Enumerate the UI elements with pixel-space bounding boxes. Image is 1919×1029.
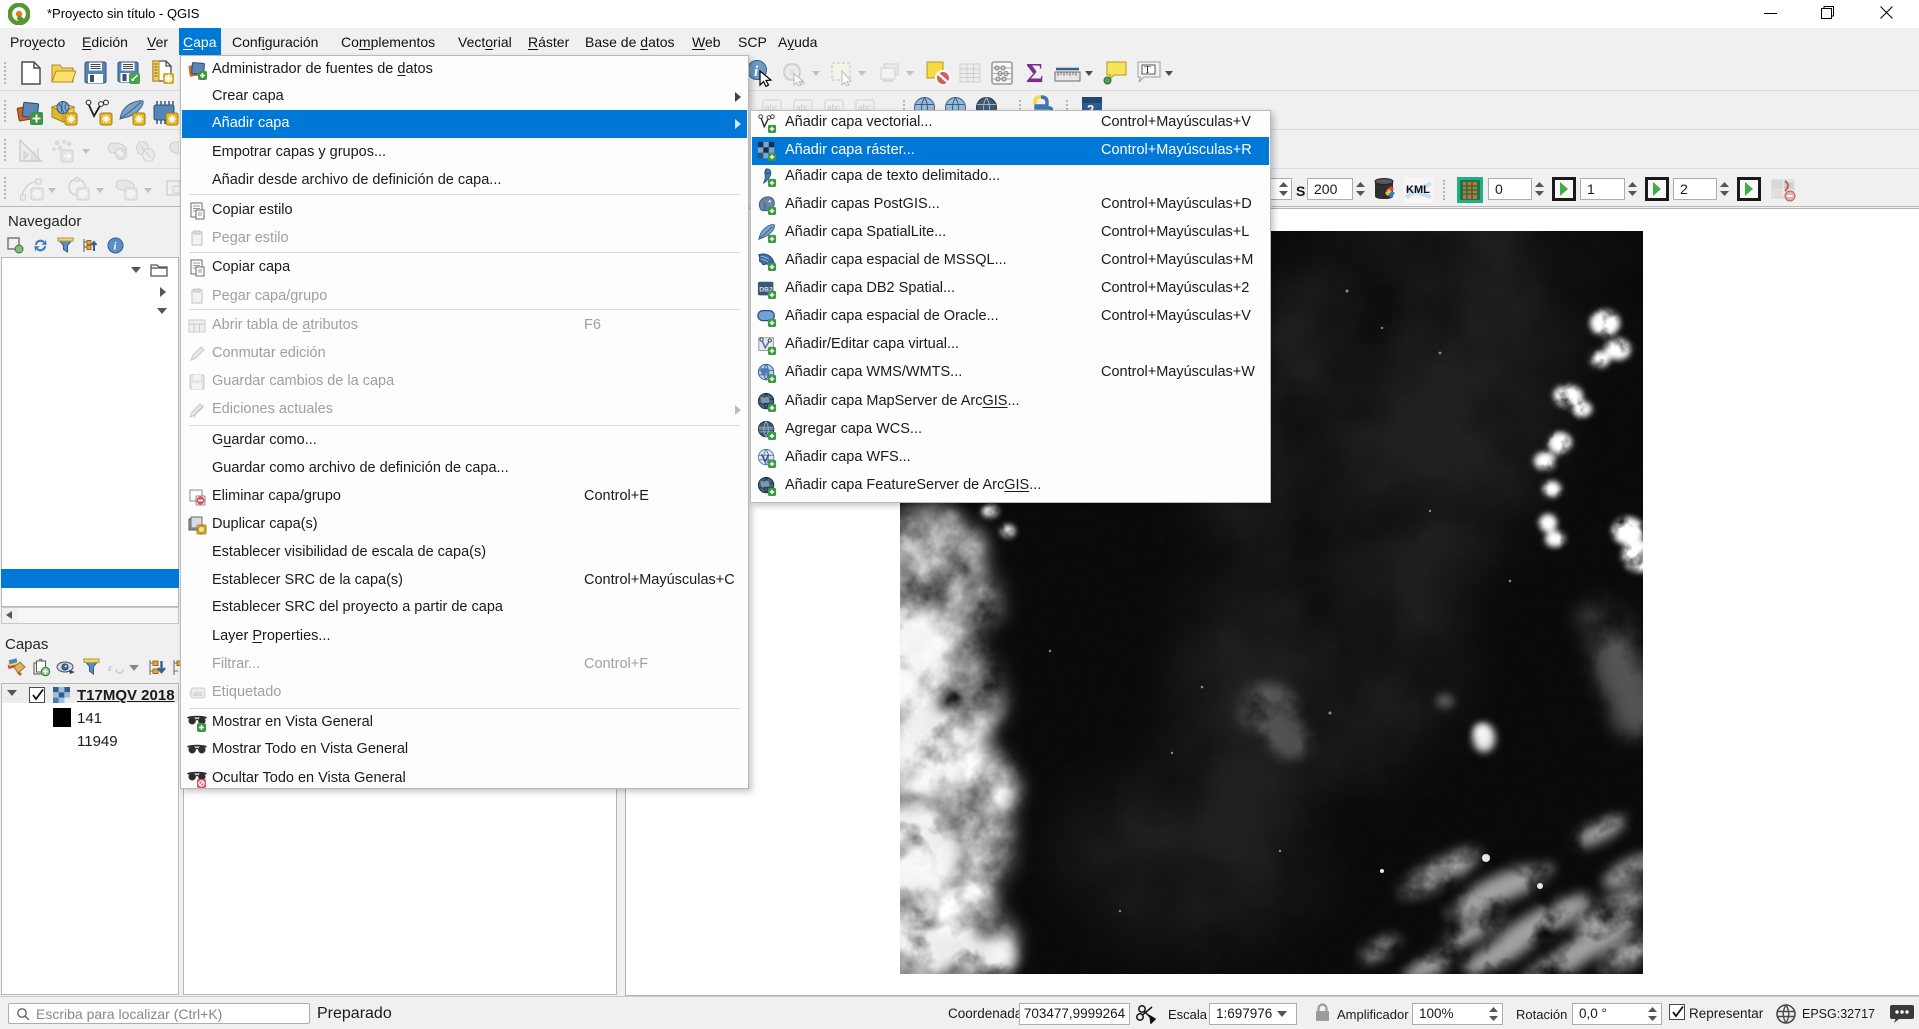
svg-text:abc: abc — [193, 692, 203, 698]
svg-text:KML: KML — [1406, 184, 1430, 196]
svg-text:T: T — [1145, 65, 1151, 76]
svg-text:ε: ε — [108, 662, 113, 674]
